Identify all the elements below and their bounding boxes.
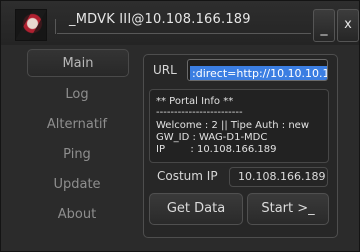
url-label: URL xyxy=(153,63,177,77)
portal-info-separator: ------------------------ xyxy=(156,107,243,118)
title-bar[interactable]: _MDVK III@10.108.166.189 _ x xyxy=(1,1,359,45)
portal-info-welcome: Welcome : 2 || Tipe Auth : new xyxy=(156,120,310,131)
sidebar-nav: Main Log Alternatif Ping Update About xyxy=(11,47,141,247)
url-input[interactable]: :direct=http://10.10.10.10/ xyxy=(187,59,328,81)
start-button[interactable]: Start >_ xyxy=(247,193,329,225)
get-data-button[interactable]: Get Data xyxy=(149,193,243,225)
url-value: :direct=http://10.10.10.10/ xyxy=(190,66,327,80)
sidebar-item-log[interactable]: Log xyxy=(27,81,127,109)
sidebar-item-main[interactable]: Main xyxy=(27,49,129,77)
portal-info-heading: ** Portal Info ** xyxy=(156,96,234,107)
custom-ip-label: Costum IP xyxy=(157,169,218,183)
sidebar-item-about[interactable]: About xyxy=(27,201,127,229)
app-avatar-icon xyxy=(15,9,47,41)
title-divider xyxy=(55,19,56,34)
sidebar-item-alternatif[interactable]: Alternatif xyxy=(27,111,127,139)
portal-info-gwid: GW_ID : WAG-D1-MDC xyxy=(156,132,268,143)
portal-info-box: ** Portal Info ** ----------------------… xyxy=(149,89,329,163)
sidebar-item-ping[interactable]: Ping xyxy=(27,141,127,169)
close-button[interactable]: x xyxy=(337,9,359,42)
portal-info-ip: IP : 10.108.166.189 xyxy=(156,144,277,155)
title-underline xyxy=(57,33,311,34)
custom-ip-input[interactable]: 10.108.166.189 xyxy=(229,167,328,187)
app-window: _MDVK III@10.108.166.189 _ x Main Log Al… xyxy=(0,0,360,252)
minimize-button[interactable]: _ xyxy=(313,9,335,42)
window-title: _MDVK III@10.108.166.189 xyxy=(69,12,251,27)
sidebar-item-update[interactable]: Update xyxy=(27,171,127,199)
